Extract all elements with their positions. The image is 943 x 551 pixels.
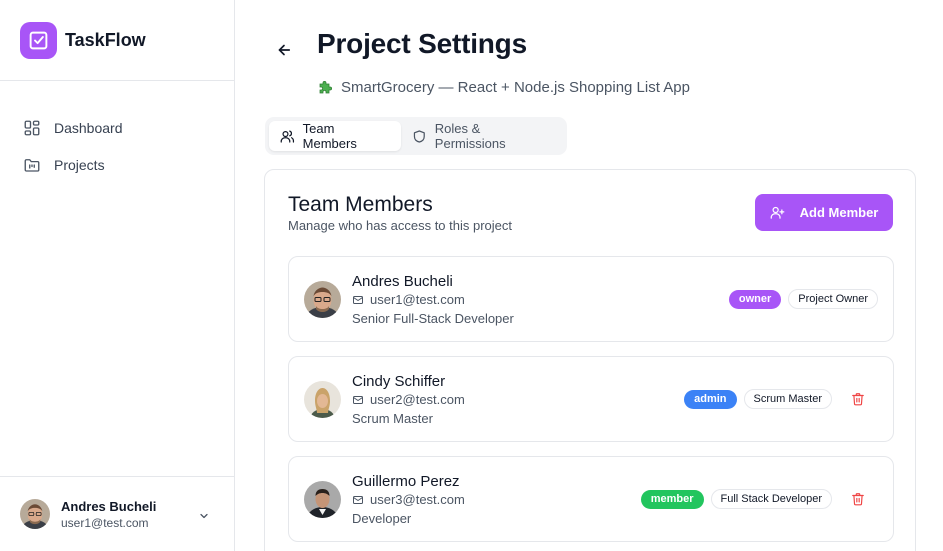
member-name: Andres Bucheli — [352, 273, 453, 290]
tab-label: Roles & Permissions — [434, 121, 506, 151]
delete-member-button[interactable] — [850, 391, 866, 407]
member-email: user2@test.com — [352, 392, 465, 407]
mail-icon — [353, 395, 363, 404]
app-window: TaskFlow Dashboard Projects Andres Buche… — [0, 0, 943, 551]
avatar — [304, 481, 341, 518]
project-subtitle: SmartGrocery — React + Node.js Shopping … — [317, 78, 690, 96]
project-name: SmartGrocery — React + Node.js Shopping … — [341, 78, 690, 96]
delete-member-button[interactable] — [850, 491, 866, 507]
position-pill: Full Stack Developer — [710, 489, 832, 509]
member-name: Guillermo Perez — [352, 473, 460, 490]
settings-tabs: Team Members Roles & Permissions — [265, 117, 567, 155]
tab-label: Team Members — [302, 121, 357, 151]
brand-name: TaskFlow — [65, 29, 146, 50]
trash-icon — [852, 393, 864, 406]
sidebar: TaskFlow Dashboard Projects Andres Buche… — [0, 0, 235, 551]
role-badge: admin — [684, 389, 737, 409]
taskflow-logo-icon — [20, 21, 57, 59]
member-title: Scrum Master — [352, 411, 433, 426]
sidebar-item-label: Projects — [54, 156, 105, 173]
mail-icon — [353, 295, 363, 304]
member-row: Cindy Schiffer user2@test.com Scrum Mast… — [288, 356, 894, 442]
sidebar-item-dashboard[interactable]: Dashboard — [0, 109, 234, 146]
sidebar-nav: Dashboard Projects — [0, 81, 234, 183]
member-email-text: user1@test.com — [370, 292, 465, 307]
member-email-text: user2@test.com — [370, 392, 465, 407]
team-members-card: Team Members Manage who has access to th… — [264, 169, 916, 551]
users-icon — [280, 130, 295, 143]
chevron-down-icon — [200, 513, 208, 519]
mail-icon — [353, 495, 363, 504]
card-description: Manage who has access to this project — [288, 218, 513, 233]
member-row: Guillermo Perez user3@test.com Developer… — [288, 456, 894, 542]
position-pill: Project Owner — [788, 289, 878, 309]
page-title: Project Settings — [317, 28, 527, 59]
main-content: Project Settings SmartGrocery — React + … — [235, 0, 943, 551]
tab-roles-permissions[interactable]: Roles & Permissions — [401, 121, 563, 151]
member-name: Cindy Schiffer — [352, 373, 446, 390]
user-email: user1@test.com — [61, 515, 149, 530]
card-title: Team Members — [288, 193, 433, 216]
add-member-label: Add Member — [799, 205, 879, 220]
role-badge: member — [640, 489, 704, 509]
avatar — [20, 499, 50, 529]
avatar — [304, 381, 341, 418]
shield-icon — [413, 129, 425, 143]
role-badge: owner — [728, 289, 782, 309]
avatar — [304, 281, 341, 318]
folder-icon — [24, 158, 40, 172]
member-email: user3@test.com — [352, 492, 465, 507]
user-menu[interactable]: Andres Bucheli user1@test.com — [0, 476, 234, 551]
member-email-text: user3@test.com — [370, 492, 465, 507]
member-title: Developer — [352, 511, 412, 526]
puzzle-piece-icon — [319, 81, 332, 94]
member-title: Senior Full-Stack Developer — [352, 311, 514, 326]
dashboard-icon — [24, 120, 40, 135]
sidebar-item-projects[interactable]: Projects — [0, 146, 234, 183]
user-plus-icon — [770, 206, 784, 219]
sidebar-item-label: Dashboard — [54, 119, 123, 136]
user-name: Andres Bucheli — [61, 498, 157, 514]
member-email: user1@test.com — [352, 292, 465, 307]
brand[interactable]: TaskFlow — [0, 0, 234, 81]
trash-icon — [852, 493, 864, 506]
position-pill: Scrum Master — [743, 389, 832, 409]
back-arrow-icon[interactable] — [275, 41, 293, 59]
add-member-button[interactable]: Add Member — [755, 194, 893, 231]
member-row: Andres Bucheli user1@test.com Senior Ful… — [288, 256, 894, 342]
tab-team-members[interactable]: Team Members — [269, 121, 402, 151]
